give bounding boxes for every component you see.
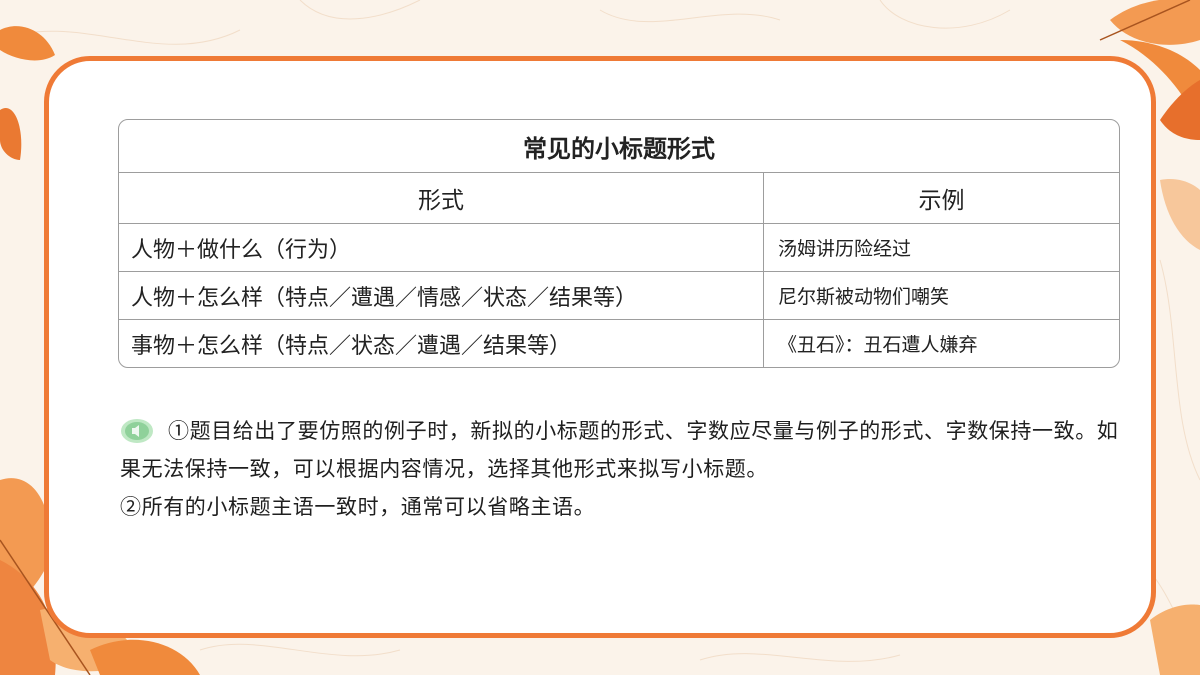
form-cell: 人物＋做什么（行为）: [119, 224, 764, 272]
example-cell: 汤姆讲历险经过: [764, 224, 1119, 272]
form-cell: 人物＋怎么样（特点／遭遇／情感／状态／结果等）: [119, 272, 764, 320]
subtitle-forms-table: 常见的小标题形式 形式 示例 人物＋做什么（行为） 汤姆讲历险经过 人物＋怎么样…: [118, 119, 1120, 368]
notes-block: ①题目给出了要仿照的例子时，新拟的小标题的形式、字数应尽量与例子的形式、字数保持…: [120, 412, 1120, 526]
note-1-text: ①题目给出了要仿照的例子时，新拟的小标题的形式、字数应尽量与例子的形式、字数保持…: [120, 419, 1119, 481]
right-leaves: [1150, 178, 1200, 675]
table-row: 人物＋做什么（行为） 汤姆讲历险经过: [119, 224, 1119, 272]
table-row: 事物＋怎么样（特点／状态／遭遇／结果等） 《丑石》：丑石遭人嫌弃: [119, 320, 1119, 367]
column-header-form: 形式: [119, 173, 764, 224]
example-cell: 尼尔斯被动物们嘲笑: [764, 272, 1119, 320]
note-1: ①题目给出了要仿照的例子时，新拟的小标题的形式、字数应尽量与例子的形式、字数保持…: [120, 412, 1120, 488]
form-cell: 事物＋怎么样（特点／状态／遭遇／结果等）: [119, 320, 764, 367]
speaker-icon[interactable]: [120, 418, 154, 444]
column-header-example: 示例: [764, 173, 1119, 224]
table-title: 常见的小标题形式: [119, 120, 1119, 173]
table-row: 人物＋怎么样（特点／遭遇／情感／状态／结果等） 尼尔斯被动物们嘲笑: [119, 272, 1119, 320]
example-cell: 《丑石》：丑石遭人嫌弃: [778, 334, 978, 356]
note-2: ②所有的小标题主语一致时，通常可以省略主语。: [120, 495, 596, 519]
